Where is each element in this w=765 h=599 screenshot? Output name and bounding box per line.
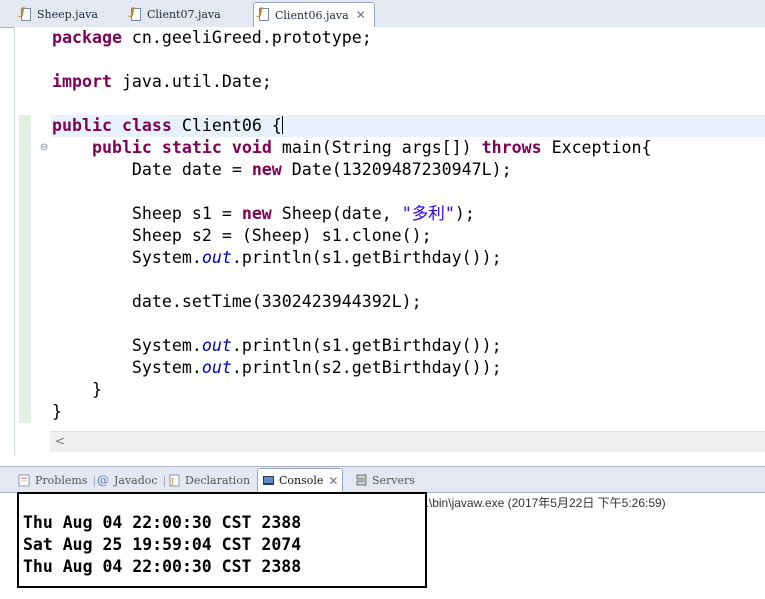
- code-line: Sheep s1 = new Sheep(date, "多利");: [52, 203, 652, 225]
- tab-label: Servers: [372, 473, 415, 487]
- code-token: cn.geeliGreed.prototype;: [121, 28, 372, 47]
- tab-label: Console: [279, 474, 324, 487]
- code-token: public: [91, 138, 152, 157]
- tab-sheep-java[interactable]: J Sheep.java: [16, 3, 124, 26]
- code-token: );: [454, 204, 475, 223]
- console-output-line: Thu Aug 04 22:00:30 CST 2388: [23, 557, 302, 576]
- code-line: System.out.println(s2.getBirthday());: [52, 357, 652, 379]
- code-line: date.setTime(3302423944392L);: [52, 291, 652, 313]
- code-token: throws: [481, 138, 542, 157]
- close-icon[interactable]: ✕: [356, 8, 366, 22]
- code-token: new: [251, 160, 282, 179]
- scroll-left-icon[interactable]: <: [55, 434, 65, 448]
- code-token: out: [201, 358, 232, 377]
- console-output-line: Sat Aug 25 19:59:04 CST 2074: [23, 535, 302, 554]
- code-token: System.: [52, 248, 202, 267]
- code-token: main(String args[]): [271, 138, 482, 157]
- code-token: "多利": [401, 204, 455, 223]
- tab-label: Javadoc: [114, 473, 158, 487]
- tab-javadoc[interactable]: @ Javadoc |: [97, 470, 166, 490]
- code-token: .println(s1.getBirthday());: [231, 336, 502, 355]
- horizontal-scrollbar[interactable]: <: [50, 431, 765, 452]
- code-token: .println(s1.getBirthday());: [231, 248, 502, 267]
- tab-client07-java[interactable]: J Client07.java: [126, 3, 250, 26]
- code-token: Date(13209487230947L);: [281, 160, 512, 179]
- javadoc-icon: @: [97, 472, 109, 487]
- code-token: System.: [52, 358, 202, 377]
- code-token: public: [52, 116, 112, 135]
- editor-tab-bar: J Sheep.java J Client07.java J Client06.…: [0, 0, 765, 28]
- code-token: Sheep s1 =: [52, 204, 242, 223]
- tab-client06-java[interactable]: J Client06.java ✕: [253, 2, 375, 27]
- code-line: public static void main(String args[]) t…: [52, 137, 652, 159]
- code-token: class: [121, 116, 172, 135]
- code-token: out: [201, 248, 232, 267]
- tab-label: Declaration: [185, 473, 251, 487]
- code-line: System.out.println(s1.getBirthday());: [52, 335, 652, 357]
- code-line: public class Client06 {: [52, 115, 652, 137]
- code-token: Exception{: [541, 138, 652, 157]
- tab-label: Sheep.java: [37, 8, 98, 21]
- code-line: Date date = new Date(13209487230947L);: [52, 159, 652, 181]
- console-output-line: Thu Aug 04 22:00:30 CST 2388: [23, 513, 302, 532]
- java-file-icon: J: [258, 7, 271, 22]
- code-line: System.out.println(s1.getBirthday());: [52, 247, 652, 269]
- code-line: }: [52, 401, 652, 423]
- collapse-icon[interactable]: ⊖: [40, 142, 48, 153]
- code-token: Sheep(date,: [271, 204, 402, 223]
- code-token: System.: [52, 336, 202, 355]
- code-token: }: [52, 402, 62, 421]
- view-tab-bar: Problems | @ Javadoc | J Declaration Conso…: [0, 466, 765, 493]
- code-line: import java.util.Date;: [52, 71, 652, 93]
- code-token: java.util.Date;: [111, 72, 272, 91]
- tab-problems[interactable]: Problems |: [18, 470, 96, 490]
- code-token: }: [52, 380, 102, 399]
- quick-diff-marker: [19, 115, 31, 423]
- code-token: Sheep s2 = (Sheep) s1.clone();: [52, 226, 432, 245]
- tab-declaration[interactable]: J Declaration: [168, 470, 250, 490]
- code-token: package: [52, 28, 122, 47]
- code-token: Date date =: [52, 160, 252, 179]
- tab-label: Client07.java: [147, 8, 221, 21]
- code-token: static: [161, 138, 222, 157]
- tab-console[interactable]: Console ✕: [257, 468, 344, 492]
- code-token: void: [231, 138, 272, 157]
- console-icon: [263, 476, 274, 485]
- code-token: import: [52, 72, 112, 91]
- code-line: Sheep s2 = (Sheep) s1.clone();: [52, 225, 652, 247]
- servers-icon: [356, 474, 367, 485]
- code-token: out: [201, 336, 232, 355]
- java-file-icon: J: [130, 7, 143, 22]
- annotation-ruler: [15, 27, 35, 437]
- problems-icon: [18, 474, 30, 486]
- code-token: date.setTime(3302423944392L);: [52, 292, 422, 311]
- java-file-icon: J: [20, 7, 33, 22]
- tab-label: Client06.java: [275, 8, 349, 22]
- code-token: .println(s2.getBirthday());: [231, 358, 502, 377]
- tab-label: Problems: [35, 473, 88, 487]
- svg-text:J: J: [170, 477, 174, 486]
- code-token: Client06 {: [171, 116, 282, 135]
- code-line: }: [52, 379, 652, 401]
- declaration-icon: J: [169, 474, 180, 486]
- code-line: package cn.geeliGreed.prototype;: [52, 27, 652, 49]
- code-token: new: [241, 204, 272, 223]
- close-icon[interactable]: ✕: [328, 474, 338, 488]
- tab-servers[interactable]: Servers: [355, 470, 415, 490]
- code-editor[interactable]: ⊖ package cn.geeliGreed.prototype; import…: [14, 27, 765, 455]
- text-caret: [281, 116, 283, 134]
- code-text[interactable]: package cn.geeliGreed.prototype; import j…: [52, 27, 652, 423]
